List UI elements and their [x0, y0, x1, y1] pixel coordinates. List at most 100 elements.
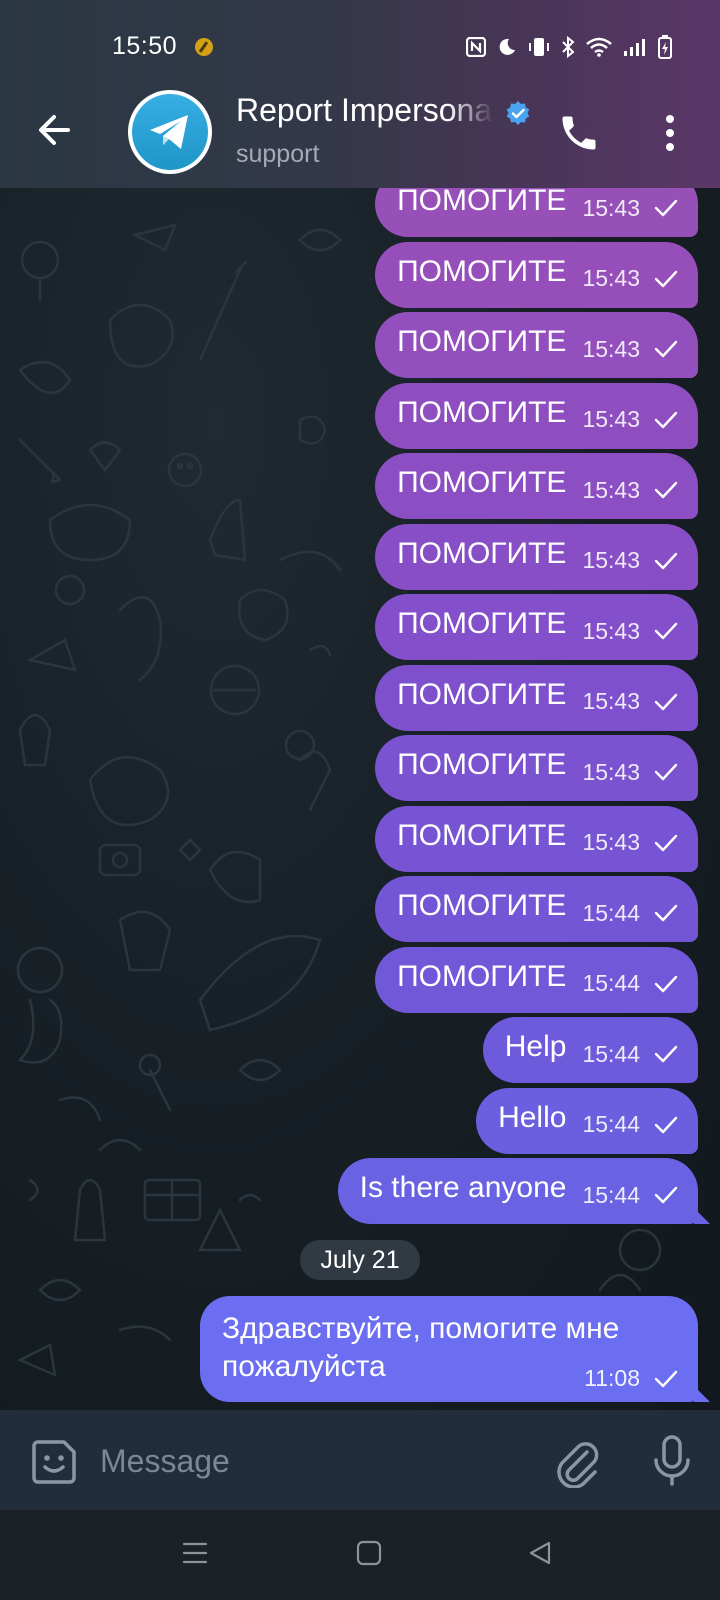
system-navigation-bar [0, 1510, 720, 1600]
message-text: Is there anyone [359, 1171, 567, 1204]
signal-icon [624, 39, 645, 56]
message-bubble[interactable]: ПОМОГИТЕ 15:43 [375, 382, 698, 449]
status-bar-icons [466, 34, 672, 60]
message-time: 15:44 [582, 1111, 640, 1137]
message-text: ПОМОГИТЕ [397, 607, 567, 640]
sent-check-icon [654, 1186, 678, 1204]
message-text: ПОМОГИТЕ [397, 818, 567, 852]
avatar[interactable] [128, 90, 212, 174]
message-time: 15:44 [582, 970, 640, 996]
battery-charging-icon [658, 35, 672, 59]
message-meta: 15:43 [582, 336, 678, 363]
notification-dot-icon [195, 38, 213, 56]
message-time: 15:44 [582, 899, 640, 926]
message-time: 15:44 [582, 1040, 640, 1067]
message-meta: 15:43 [582, 618, 678, 645]
sent-check-icon [654, 411, 678, 428]
message-composer [0, 1410, 720, 1510]
message-text: ПОМОГИТЕ [397, 536, 567, 570]
message-meta: 15:43 [582, 547, 678, 574]
message-text: ПОМОГИТЕ [397, 466, 567, 499]
message-bubble[interactable]: ПОМОГИТЕ 15:44 [375, 876, 698, 942]
message-meta: 15:44 [582, 970, 678, 997]
telegram-logo-icon [150, 115, 188, 149]
status-bar-time: 15:50 [112, 32, 178, 60]
vibrate-icon [529, 38, 549, 56]
sent-check-icon [654, 975, 678, 992]
message-bubble[interactable]: Help 15:44 [482, 1017, 698, 1083]
message-meta: 15:43 [582, 688, 678, 715]
message-bubble[interactable]: ПОМОГИТЕ 15:43 [375, 188, 698, 237]
message-meta: 15:44 [582, 900, 678, 927]
sent-check-icon [654, 1116, 678, 1133]
sent-check-icon [654, 199, 678, 217]
message-meta: 15:43 [582, 406, 678, 433]
recent-apps-icon[interactable] [182, 1540, 208, 1566]
more-options-icon[interactable] [660, 111, 680, 155]
sent-check-icon [654, 270, 678, 287]
message-meta: 15:43 [582, 759, 678, 786]
message-bubble[interactable]: Is there anyone 15:44 [337, 1158, 698, 1224]
message-bubble[interactable]: ПОМОГИТЕ 15:43 [375, 523, 698, 590]
message-text: ПОМОГИТЕ [397, 959, 567, 993]
message-bubble[interactable]: ПОМОГИТЕ 15:43 [375, 805, 698, 872]
message-text: Help [504, 1030, 567, 1063]
chat-title[interactable]: Report Impersonation [236, 92, 494, 129]
microphone-icon[interactable] [652, 1434, 692, 1488]
attach-paperclip-icon[interactable] [553, 1436, 601, 1489]
sticker-emoji-icon[interactable] [30, 1438, 78, 1486]
sent-check-icon [654, 693, 678, 710]
message-meta: 15:43 [582, 195, 678, 222]
message-meta: 15:43 [582, 829, 678, 856]
sent-check-icon [654, 481, 678, 499]
chat-subtitle: support [236, 140, 320, 168]
message-time: 15:43 [582, 406, 640, 432]
sent-check-icon [654, 340, 678, 358]
message-time: 15:43 [582, 476, 640, 503]
message-time: 11:08 [584, 1365, 640, 1391]
message-time: 15:43 [582, 194, 640, 221]
sent-check-icon [654, 1370, 678, 1387]
nfc-icon [466, 37, 486, 57]
back-arrow-icon[interactable] [34, 110, 74, 150]
message-bubble[interactable]: ПОМОГИТЕ 15:43 [375, 453, 698, 519]
message-meta: 15:43 [582, 477, 678, 504]
home-icon[interactable] [356, 1540, 382, 1566]
sent-check-icon [654, 834, 678, 851]
message-meta: 11:08 [584, 1365, 678, 1392]
phone-call-icon[interactable] [557, 111, 601, 155]
message-text: ПОМОГИТЕ [397, 748, 567, 781]
do-not-disturb-icon [499, 38, 515, 55]
message-list[interactable]: ПОМОГИТЕ 15:43 ПОМОГИТЕ 15:43 ПОМОГИТЕ 1… [0, 188, 720, 1410]
message-text: ПОМОГИТЕ [397, 395, 567, 429]
wifi-icon [586, 37, 612, 57]
message-meta: 15:44 [582, 1111, 678, 1138]
message-bubble[interactable]: ПОМОГИТЕ 15:43 [375, 664, 698, 731]
bluetooth-icon [562, 36, 575, 58]
message-text: ПОМОГИТЕ [397, 188, 567, 217]
message-input[interactable] [98, 1432, 522, 1490]
message-time: 15:43 [582, 617, 640, 644]
message-time: 15:43 [582, 547, 640, 573]
message-time: 15:44 [582, 1181, 640, 1208]
chat-header: 15:50 Report Impersonation support [0, 0, 720, 188]
message-bubble[interactable]: Hello 15:44 [476, 1087, 698, 1154]
message-time: 15:43 [582, 758, 640, 785]
message-bubble[interactable]: ПОМОГИТЕ 15:44 [375, 946, 698, 1013]
message-text: ПОМОГИТЕ [397, 889, 567, 922]
sent-check-icon [654, 763, 678, 781]
sent-check-icon [654, 1045, 678, 1063]
message-bubble[interactable]: ПОМОГИТЕ 15:43 [375, 312, 698, 378]
message-meta: 15:44 [582, 1041, 678, 1068]
back-triangle-icon[interactable] [527, 1540, 553, 1566]
message-time: 15:43 [582, 688, 640, 714]
message-meta: 15:43 [582, 265, 678, 292]
message-text: Hello [498, 1100, 567, 1134]
message-time: 15:43 [582, 829, 640, 855]
verified-badge-icon [506, 101, 530, 125]
date-separator: July 21 [300, 1240, 420, 1280]
message-bubble[interactable]: ПОМОГИТЕ 15:43 [375, 735, 698, 801]
message-bubble[interactable]: Здравствуйте, помогите мне пожалуйста 11… [200, 1296, 698, 1402]
message-bubble[interactable]: ПОМОГИТЕ 15:43 [375, 594, 698, 660]
message-bubble[interactable]: ПОМОГИТЕ 15:43 [375, 241, 698, 308]
